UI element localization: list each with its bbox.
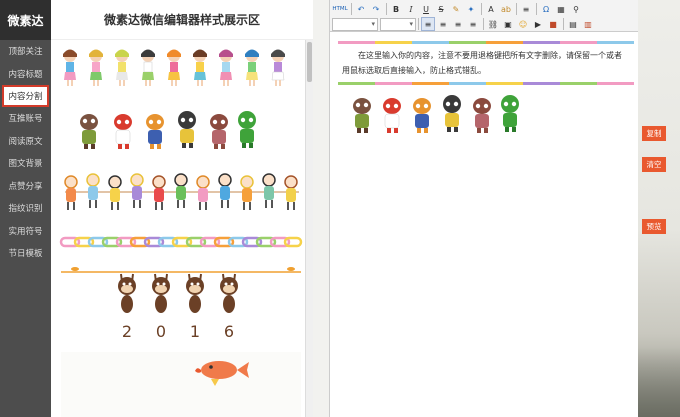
nav-item-top-follow[interactable]: 顶部关注 bbox=[0, 40, 51, 63]
special-char-icon[interactable]: Ω bbox=[539, 2, 553, 16]
highlight-icon[interactable]: ab bbox=[499, 2, 513, 16]
link-icon[interactable]: ⛓ bbox=[486, 17, 500, 31]
toolbar-separator bbox=[386, 3, 387, 15]
style-chain-row[interactable] bbox=[59, 236, 303, 248]
align-center-icon[interactable]: ≡ bbox=[436, 17, 450, 31]
toolbar-separator bbox=[481, 3, 482, 15]
nav-item-image-background[interactable]: 图文背景 bbox=[0, 152, 51, 175]
toolbar-separator bbox=[483, 18, 484, 30]
bold-icon[interactable]: B bbox=[389, 2, 403, 16]
editor-toolbar: HTML ↶ ↷ B I U S ✎ ✦ A ab ≡ Ω ▦ ⚲ ▾ ▾ ≡ bbox=[330, 0, 638, 32]
nav-item-fingerprint[interactable]: 指纹识别 bbox=[0, 197, 51, 220]
html-source-button[interactable]: HTML bbox=[332, 2, 348, 16]
left-nav: 微素达 顶部关注 内容标题 内容分割 互推账号 阅读原文 图文背景 点赞分享 指… bbox=[0, 0, 51, 417]
format-brush-icon[interactable]: ✦ bbox=[464, 2, 478, 16]
year-digit: 0 bbox=[156, 322, 166, 341]
editor: HTML ↶ ↷ B I U S ✎ ✦ A ab ≡ Ω ▦ ⚲ ▾ ▾ ≡ bbox=[329, 0, 638, 417]
copy-button[interactable]: 复制 bbox=[642, 126, 666, 141]
rainbow-border-top bbox=[338, 41, 634, 44]
find-icon[interactable]: ⚲ bbox=[569, 2, 583, 16]
panel-title: 微素达微信编辑器样式展示区 bbox=[51, 0, 313, 40]
year-digit: 6 bbox=[224, 322, 234, 341]
toolbar-separator bbox=[351, 3, 352, 15]
style-monkeys-2016-row[interactable]: 2 0 1 6 bbox=[61, 267, 301, 341]
map-icon[interactable]: ■ bbox=[546, 17, 560, 31]
style-gallery-graphics: 2 0 1 6 bbox=[59, 49, 303, 417]
line-height-icon[interactable]: ≡ bbox=[519, 2, 533, 16]
font-family-select[interactable]: ▾ bbox=[332, 17, 378, 31]
nav-item-symbols[interactable]: 实用符号 bbox=[0, 220, 51, 243]
nav-item-read-original[interactable]: 阅读原文 bbox=[0, 130, 51, 153]
template-icon[interactable]: ▥ bbox=[581, 17, 595, 31]
style-girls-row[interactable] bbox=[63, 49, 285, 87]
scroll-thumb[interactable] bbox=[307, 42, 312, 82]
preview-button[interactable]: 预览 bbox=[642, 219, 666, 234]
align-justify-icon[interactable]: ≡ bbox=[466, 17, 480, 31]
toolbar-separator bbox=[516, 3, 517, 15]
video-icon[interactable]: ▶ bbox=[531, 17, 545, 31]
toolbar-separator bbox=[536, 3, 537, 15]
italic-icon[interactable]: I bbox=[404, 2, 418, 16]
year-digit: 2 bbox=[122, 322, 132, 341]
emoticon-icon[interactable]: ☺ bbox=[516, 17, 530, 31]
font-size-select[interactable]: ▾ bbox=[380, 17, 416, 31]
nav-item-content-divider[interactable]: 内容分割 bbox=[2, 85, 49, 107]
nav-item-mutual-promo[interactable]: 互推账号 bbox=[0, 107, 51, 130]
toolbar-separator bbox=[563, 18, 564, 30]
year-digit: 1 bbox=[190, 322, 200, 341]
divider-gap bbox=[313, 0, 329, 417]
redo-icon[interactable]: ↷ bbox=[369, 2, 383, 16]
nav-item-holiday-template[interactable]: 节日模板 bbox=[0, 242, 51, 265]
eraser-icon[interactable]: ✎ bbox=[449, 2, 463, 16]
style-gallery: 2 0 1 6 bbox=[51, 40, 313, 417]
inserted-animals-divider[interactable] bbox=[350, 92, 550, 142]
align-right-icon[interactable]: ≡ bbox=[451, 17, 465, 31]
clear-button[interactable]: 清空 bbox=[642, 157, 666, 172]
gallery-scrollbar[interactable] bbox=[305, 40, 313, 417]
nav-item-like-share[interactable]: 点赞分享 bbox=[0, 175, 51, 198]
strikethrough-icon[interactable]: S bbox=[434, 2, 448, 16]
table-icon[interactable]: ▦ bbox=[554, 2, 568, 16]
style-fish-row[interactable] bbox=[61, 352, 301, 417]
toolbar-row-1: HTML ↶ ↷ B I U S ✎ ✦ A ab ≡ Ω ▦ ⚲ bbox=[332, 2, 584, 16]
font-color-icon[interactable]: A bbox=[484, 2, 498, 16]
style-panel: 微素达微信编辑器样式展示区 2 0 1 6 bbox=[51, 0, 313, 417]
style-kids-row[interactable] bbox=[64, 173, 299, 210]
rainbow-border-bottom bbox=[338, 82, 634, 85]
nav-list: 顶部关注 内容标题 内容分割 互推账号 阅读原文 图文背景 点赞分享 指纹识别 … bbox=[0, 40, 51, 265]
toolbar-separator bbox=[418, 18, 419, 30]
underline-icon[interactable]: U bbox=[419, 2, 433, 16]
editor-text[interactable]: 在这里输入你的内容，注意不要用退格键把所有文字删除，请保留一个或者用鼠标选取后直… bbox=[342, 48, 626, 78]
brand-logo: 微素达 bbox=[0, 0, 51, 40]
undo-icon[interactable]: ↶ bbox=[354, 2, 368, 16]
style-animals-row[interactable] bbox=[80, 111, 256, 149]
align-left-icon[interactable]: ≡ bbox=[421, 17, 435, 31]
preview-doc-icon[interactable]: ▤ bbox=[566, 17, 580, 31]
image-icon[interactable]: ▣ bbox=[501, 17, 515, 31]
text-block[interactable]: 在这里输入你的内容，注意不要用退格键把所有文字删除，请保留一个或者用鼠标选取后直… bbox=[338, 40, 634, 86]
nav-item-content-title[interactable]: 内容标题 bbox=[0, 63, 51, 86]
editor-content[interactable]: 在这里输入你的内容，注意不要用退格键把所有文字删除，请保留一个或者用鼠标选取后直… bbox=[330, 32, 638, 145]
toolbar-row-2: ▾ ▾ ≡ ≡ ≡ ≡ ⛓ ▣ ☺ ▶ ■ ▤ ▥ bbox=[332, 17, 596, 31]
